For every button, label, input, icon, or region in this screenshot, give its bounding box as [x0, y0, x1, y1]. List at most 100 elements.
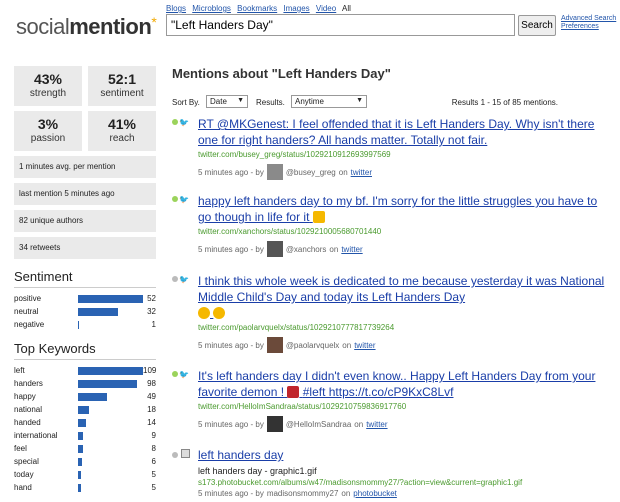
mention-url: twitter.com/HelloImSandraa/status/102921…: [198, 402, 407, 411]
keywords-row[interactable]: feel 8: [14, 442, 156, 455]
mention-source-link[interactable]: twitter: [354, 341, 375, 350]
avatar[interactable]: [266, 337, 283, 353]
sentiment-row[interactable]: neutral 32: [14, 305, 156, 318]
keywords-bar: [78, 392, 108, 401]
logo-star-icon: *: [151, 14, 157, 30]
keywords-bar: [78, 379, 137, 388]
mention-meta: 5 minutes ago - by madisonsmommy27 on ph…: [198, 489, 612, 498]
mention-on: on: [329, 244, 339, 254]
keywords-row[interactable]: special 6: [14, 455, 156, 468]
sentiment-title: Sentiment: [14, 269, 73, 284]
bar-track: [78, 366, 143, 375]
keywords-name: feel: [14, 444, 27, 453]
sentiment-row[interactable]: positive 52: [14, 292, 156, 305]
logo[interactable]: socialmention*: [16, 14, 157, 40]
chevron-down-icon: ▼: [237, 97, 244, 104]
sort-controls: Sort By. Date ▼ Results. Anytime ▼ Results…: [172, 93, 612, 113]
keywords-count: 9: [151, 431, 156, 440]
nav-microblogs[interactable]: Microblogs: [192, 4, 231, 13]
logo-part-social: social: [16, 14, 70, 39]
keywords-count: 5: [151, 483, 156, 492]
search-input[interactable]: [166, 14, 515, 36]
keywords-row[interactable]: national 18: [14, 403, 156, 416]
advanced-links: Advanced Search Preferences: [561, 15, 616, 31]
mention-author: @HelloImSandraa: [285, 419, 352, 429]
keywords-name: left: [14, 366, 25, 375]
mention-source-link[interactable]: twitter: [351, 168, 372, 177]
results-select[interactable]: Anytime ▼: [291, 95, 367, 108]
results-count: Results 1 - 15 of 85 mentions.: [451, 98, 558, 107]
mention-url: twitter.com/paolarvquelx/status/10292107…: [198, 323, 395, 332]
top-keywords-title: Top Keywords: [14, 341, 96, 356]
mention-item: left handers day left handers day - grap…: [172, 447, 612, 498]
keywords-row[interactable]: handed 14: [14, 416, 156, 429]
keywords-count: 98: [147, 379, 156, 388]
sentiment-name: negative: [14, 320, 45, 329]
avg-per-mention: 1 minutes avg. per mention: [14, 156, 156, 178]
strength-value: 43%: [33, 71, 63, 87]
keywords-row[interactable]: happy 49: [14, 390, 156, 403]
mention-time: 5 minutes ago - by: [198, 340, 264, 350]
mention-on: on: [338, 167, 348, 177]
avatar[interactable]: [266, 164, 283, 180]
keywords-bar: [78, 431, 84, 440]
mention-title-link[interactable]: happy left handers day to my bf. I'm sor…: [198, 193, 612, 225]
keywords-row[interactable]: handers 98: [14, 377, 156, 390]
keywords-count: 5: [151, 470, 156, 479]
mention-item: 🐦 happy left handers day to my bf. I'm s…: [172, 193, 612, 257]
advanced-search-link[interactable]: Advanced Search: [561, 15, 616, 23]
mention-icons: 🐦: [172, 118, 189, 127]
keywords-bar: [78, 444, 83, 453]
mention-source-link[interactable]: photobucket: [353, 489, 397, 498]
nav-all[interactable]: All: [342, 4, 351, 13]
preferences-link[interactable]: Preferences: [561, 23, 616, 31]
keywords-row[interactable]: hand 5: [14, 481, 156, 494]
bar-track: [78, 294, 143, 303]
logo-part-mention: mention: [69, 14, 152, 39]
mention-text: I think this whole week is dedicated to …: [198, 274, 605, 304]
mention-url: twitter.com/busey_greg/status/1029210912…: [198, 150, 391, 159]
mention-source-link[interactable]: twitter: [341, 245, 362, 254]
nav-video[interactable]: Video: [316, 4, 336, 13]
bar-track: [78, 379, 143, 388]
mention-icons: 🐦: [172, 275, 189, 284]
keywords-name: international: [14, 431, 58, 440]
sort-select-value: Date: [210, 97, 227, 106]
avatar[interactable]: [266, 241, 283, 257]
mention-title-link[interactable]: I think this whole week is dedicated to …: [198, 273, 612, 321]
keywords-row[interactable]: left 109: [14, 364, 156, 377]
mention-title-link[interactable]: RT @MKGenest: I feel offended that it is…: [198, 116, 612, 148]
mention-item: 🐦 RT @MKGenest: I feel offended that it …: [172, 116, 612, 180]
keywords-count: 6: [151, 457, 156, 466]
results-label: Results.: [256, 98, 285, 107]
keywords-row[interactable]: today 5: [14, 468, 156, 481]
sidebar: 43% strength 52:1 sentiment 3% passion 4…: [14, 66, 156, 494]
nav-blogs[interactable]: Blogs: [166, 4, 186, 13]
mention-title-link[interactable]: It's left handers day I didn't even know…: [198, 368, 612, 400]
sort-select[interactable]: Date ▼: [206, 95, 248, 108]
twitter-icon: 🐦: [179, 118, 189, 127]
keywords-row[interactable]: international 9: [14, 429, 156, 442]
mention-author: @busey_greg: [285, 167, 336, 177]
nav-images[interactable]: Images: [283, 4, 309, 13]
mention-title-link[interactable]: left handers day: [198, 447, 612, 463]
reach-label: reach: [109, 133, 135, 144]
keywords-bar: [78, 470, 82, 479]
mention-source-link[interactable]: twitter: [366, 420, 387, 429]
nav-bookmarks[interactable]: Bookmarks: [237, 4, 277, 13]
keywords-count: 18: [147, 405, 156, 414]
neutral-sentiment-icon: [172, 276, 178, 282]
mention-on: on: [341, 489, 351, 498]
search-button[interactable]: Search: [518, 15, 556, 36]
mention-item: 🐦 It's left handers day I didn't even kn…: [172, 368, 612, 432]
mention-icons: 🐦: [172, 195, 189, 204]
sentiment-row[interactable]: negative 1: [14, 318, 156, 331]
mention-icons: [172, 449, 190, 460]
mention-text-hashtag: #left https://t.co/cP9KxC8Lvf: [302, 385, 454, 399]
keywords-bar: [78, 457, 82, 466]
bar-track: [78, 470, 143, 479]
positive-sentiment-icon: [172, 119, 178, 125]
last-mention: last mention 5 minutes ago: [14, 183, 156, 205]
avatar[interactable]: [266, 416, 283, 432]
mention-item: 🐦 I think this whole week is dedicated t…: [172, 273, 612, 353]
